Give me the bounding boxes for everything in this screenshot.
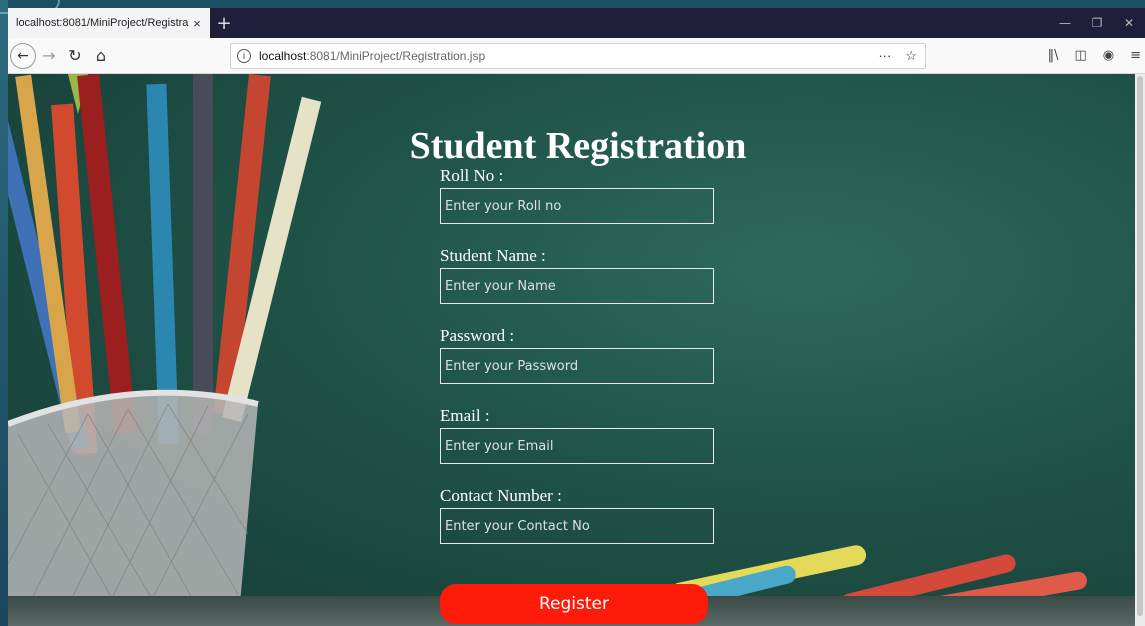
library-icon[interactable]: ‖\	[1048, 48, 1059, 63]
contact-number-input[interactable]	[445, 518, 709, 534]
url-host: localhost	[259, 49, 307, 63]
home-icon[interactable]: ⌂	[88, 43, 114, 69]
minimize-icon[interactable]: —	[1049, 8, 1081, 38]
sidebar-icon[interactable]: ◫	[1074, 48, 1086, 63]
email-input[interactable]	[445, 438, 709, 454]
pencil-cup-background	[8, 74, 322, 626]
page-actions-icon[interactable]: ···	[878, 48, 891, 64]
url-bar[interactable]: i localhost :8081/MiniProject/Registrati…	[230, 43, 926, 69]
account-icon[interactable]: ◉	[1103, 48, 1114, 63]
scrollbar-thumb[interactable]	[1137, 76, 1143, 616]
email-label: Email :	[440, 406, 490, 425]
star-icon[interactable]: ☆	[905, 48, 917, 64]
restore-icon[interactable]: ❐	[1081, 8, 1113, 38]
contact-number-label: Contact Number :	[440, 486, 562, 505]
email-field[interactable]	[440, 428, 714, 464]
student-name-input[interactable]	[445, 278, 709, 294]
tab-strip: localhost:8081/MiniProject/Registra × + …	[8, 8, 1145, 38]
scrollbar[interactable]	[1135, 74, 1145, 626]
close-window-icon[interactable]: ✕	[1113, 8, 1145, 38]
password-label: Password :	[440, 326, 515, 345]
tab-close-icon[interactable]: ×	[190, 16, 204, 31]
navigation-bar: ← → ↻ ⌂ i localhost :8081/MiniProject/Re…	[8, 38, 1145, 74]
roll-no-label: Roll No :	[440, 166, 504, 185]
slide-frame-left	[0, 0, 8, 626]
forward-arrow-icon[interactable]: →	[36, 43, 62, 69]
browser-window: localhost:8081/MiniProject/Registra × + …	[8, 8, 1145, 626]
password-field[interactable]	[440, 348, 714, 384]
window-controls: — ❐ ✕	[1049, 8, 1145, 38]
page-title: Student Registration	[409, 125, 747, 167]
back-arrow-icon[interactable]: ←	[10, 42, 36, 69]
url-path: :8081/MiniProject/Registration.jsp	[306, 49, 486, 63]
tab-registration[interactable]: localhost:8081/MiniProject/Registra ×	[8, 8, 210, 38]
new-tab-button[interactable]: +	[210, 8, 238, 38]
contact-number-field[interactable]	[440, 508, 714, 544]
page-content: Student Registration Roll No : Student N…	[8, 74, 1145, 626]
roll-no-input[interactable]	[445, 198, 709, 214]
register-button[interactable]: Register	[440, 584, 708, 624]
student-name-field[interactable]	[440, 268, 714, 304]
registration-form: Roll No : Student Name : Password : Emai…	[440, 164, 720, 564]
roll-no-field[interactable]	[440, 188, 714, 224]
password-input[interactable]	[445, 358, 709, 374]
reload-icon[interactable]: ↻	[62, 43, 88, 69]
info-icon[interactable]: i	[237, 49, 251, 63]
student-name-label: Student Name :	[440, 246, 546, 265]
tab-title: localhost:8081/MiniProject/Registra	[16, 17, 189, 29]
toolbar-right: ‖\ ◫ ◉ ≡	[1048, 48, 1141, 63]
hamburger-menu-icon[interactable]: ≡	[1130, 48, 1141, 63]
